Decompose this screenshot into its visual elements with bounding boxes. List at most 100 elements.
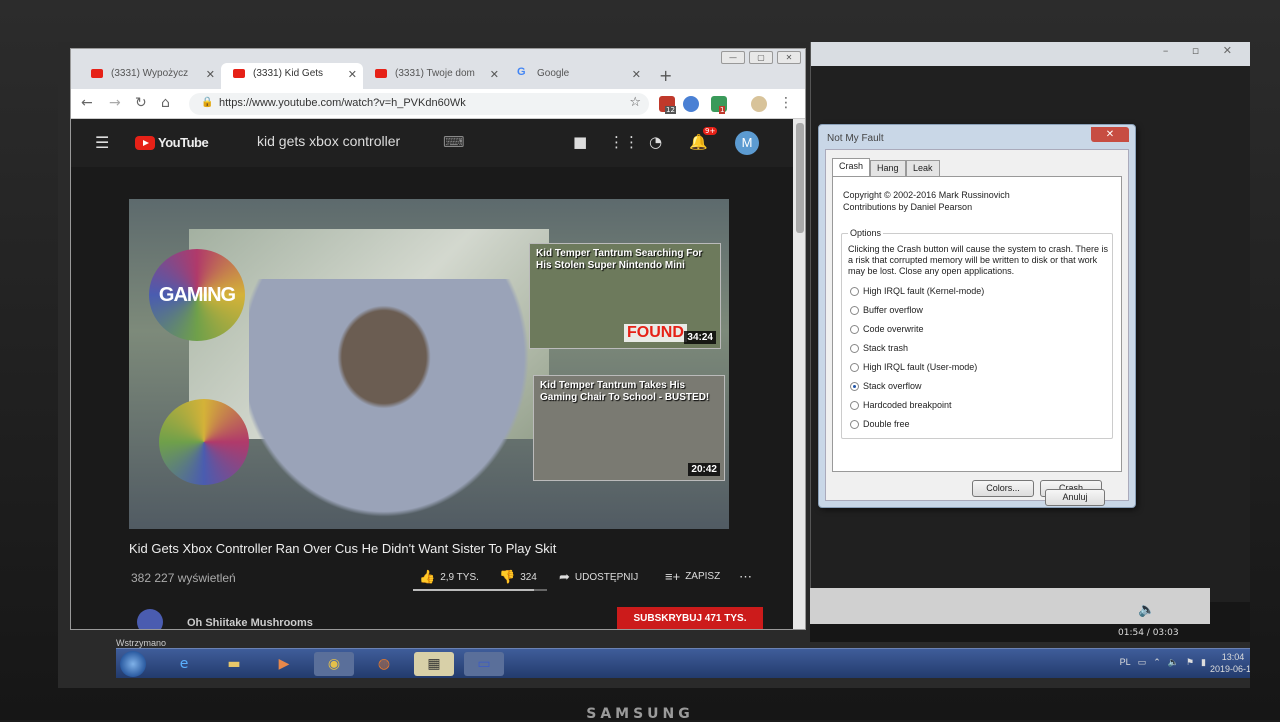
volume-icon[interactable]: 🔈	[1138, 602, 1155, 618]
crash-option-radio[interactable]: Buffer overflow	[850, 305, 923, 315]
like-button[interactable]: 👍 2,9 TYS.	[419, 569, 479, 585]
cancel-button[interactable]: Anuluj	[1045, 489, 1105, 506]
tab-google[interactable]: G Google ✕	[505, 63, 647, 89]
profile-icon[interactable]	[751, 96, 767, 112]
share-button[interactable]: ➦ UDOSTĘPNIJ	[559, 569, 638, 585]
language-indicator[interactable]: PL	[1120, 657, 1131, 668]
tab-wypozycz[interactable]: (3331) Wypożycz ✕	[79, 63, 221, 89]
channel-name[interactable]: Oh Shiitake Mushrooms	[187, 617, 313, 629]
background-window-controls[interactable]: – ▫ ✕	[1163, 44, 1242, 57]
crash-option-radio[interactable]: Stack overflow	[850, 381, 922, 391]
new-tab-button[interactable]: +	[659, 66, 672, 85]
messages-icon[interactable]: ◔	[649, 133, 662, 151]
crash-option-radio[interactable]: High IRQL fault (User-mode)	[850, 362, 977, 372]
crash-panel: Copyright © 2002-2016 Mark Russinovich C…	[832, 176, 1122, 472]
more-icon: ⋯	[739, 569, 752, 584]
internet-explorer-icon[interactable]: e	[164, 652, 204, 676]
tab-kid-gets[interactable]: (3331) Kid Gets ✕	[221, 63, 363, 89]
apps-grid-icon[interactable]: ⋮⋮	[609, 133, 639, 151]
channel-avatar[interactable]	[137, 609, 163, 629]
firefox-icon[interactable]: ◍	[364, 652, 404, 676]
video-camera-icon[interactable]: ■	[573, 133, 587, 151]
copyright-text: Copyright © 2002-2016 Mark Russinovich	[843, 190, 1010, 200]
media-player-icon[interactable]: ▶	[264, 652, 304, 676]
youtube-icon	[233, 69, 245, 78]
colors-button[interactable]: Colors...	[972, 480, 1034, 497]
endcard-title: Kid Temper Tantrum Searching For His Sto…	[536, 248, 703, 271]
dislike-button[interactable]: 👎 324	[499, 569, 537, 585]
endcard-video-1[interactable]: Kid Temper Tantrum Searching For His Sto…	[529, 243, 721, 349]
tab-label: Google	[537, 68, 570, 79]
crash-option-radio[interactable]: High IRQL fault (Kernel-mode)	[850, 286, 984, 296]
bookmark-star-icon[interactable]: ☆	[629, 95, 641, 110]
flag-icon[interactable]: ⚑	[1186, 657, 1194, 668]
address-bar[interactable]: 🔒 https://www.youtube.com/watch?v=h_PVKd…	[189, 93, 649, 115]
video-frame-person	[249, 279, 549, 529]
tab-leak[interactable]: Leak	[906, 160, 940, 177]
tab-crash[interactable]: Crash	[832, 158, 871, 178]
endcard-duration: 20:42	[688, 463, 720, 476]
folder-icon[interactable]: ▬	[214, 652, 254, 676]
home-icon[interactable]: ⌂	[161, 95, 170, 111]
start-button[interactable]	[120, 651, 146, 677]
network-icon[interactable]: ▮	[1201, 657, 1206, 668]
crash-option-label: Stack trash	[863, 343, 909, 353]
crash-option-radio[interactable]: Stack trash	[850, 343, 908, 353]
clock[interactable]: 13:04 2019-06-16	[1210, 651, 1250, 675]
speaker-icon[interactable]: 🔈	[1168, 657, 1179, 668]
close-icon[interactable]: ✕	[632, 68, 641, 81]
chevron-up-icon[interactable]: ⌃	[1153, 657, 1161, 668]
hamburger-menu-icon[interactable]: ☰	[95, 133, 109, 152]
youtube-play-icon	[135, 135, 155, 150]
close-icon[interactable]: ✕	[777, 51, 801, 64]
google-icon: G	[517, 66, 526, 78]
forward-icon[interactable]: →	[109, 95, 121, 111]
notmyfault-taskbar-icon[interactable]: ▭	[464, 652, 504, 676]
menu-icon[interactable]: ⋮	[779, 95, 793, 111]
notification-badge: 9+	[703, 127, 718, 135]
youtube-icon	[375, 69, 387, 78]
close-icon[interactable]: ✕	[490, 68, 499, 81]
background-window-titlebar: – ▫ ✕	[811, 42, 1250, 66]
save-button[interactable]: ≡+ ZAPISZ	[665, 569, 720, 584]
tab-label: (3331) Wypożycz	[111, 68, 189, 79]
extension-icon[interactable]	[683, 96, 699, 112]
bell-icon[interactable]: 🔔	[689, 133, 708, 151]
chrome-icon[interactable]: ◉	[314, 652, 354, 676]
youtube-page: ☰ YouTube kid gets xbox controller ⌨ ■ ⋮…	[71, 119, 793, 629]
subscribe-button[interactable]: SUBSKRYBUJ 471 TYS.	[617, 607, 763, 629]
dislike-count: 324	[520, 571, 537, 583]
close-icon[interactable]: ✕	[206, 68, 215, 81]
lock-icon: 🔒	[201, 97, 214, 108]
tab-hang[interactable]: Hang	[870, 160, 906, 177]
gaming-badge-logo-2	[159, 399, 249, 485]
keyboard-tray-icon[interactable]: ▭	[1138, 657, 1147, 668]
browser-toolbar: ← → ↻ ⌂ 🔒 https://www.youtube.com/watch?…	[71, 89, 805, 119]
scrollbar-thumb[interactable]	[796, 123, 804, 233]
save-label: ZAPISZ	[685, 571, 721, 582]
minimize-icon[interactable]: —	[721, 51, 745, 64]
clock-time: 13:04	[1221, 652, 1245, 662]
radio-dot-icon	[850, 400, 859, 410]
page-scrollbar[interactable]	[793, 119, 805, 629]
crash-option-radio[interactable]: Double free	[850, 419, 910, 429]
crash-option-label: Double free	[863, 419, 910, 429]
close-icon[interactable]: ✕	[1091, 127, 1129, 142]
radio-dot-icon	[850, 362, 859, 372]
avatar[interactable]: M	[735, 131, 759, 155]
crash-option-radio[interactable]: Hardcoded breakpoint	[850, 400, 952, 410]
more-actions-button[interactable]: ⋯	[739, 569, 752, 585]
video-player[interactable]: GAMING Kid Temper Tantrum Searching For …	[129, 199, 729, 529]
close-icon[interactable]: ✕	[348, 68, 357, 81]
status-text: Wstrzymano	[116, 638, 167, 648]
youtube-logo[interactable]: YouTube	[135, 135, 209, 150]
back-icon[interactable]: ←	[81, 95, 93, 111]
endcard-video-2[interactable]: Kid Temper Tantrum Takes His Gaming Chai…	[533, 375, 725, 481]
keyboard-icon[interactable]: ⌨	[443, 133, 465, 151]
reload-icon[interactable]: ↻	[135, 95, 147, 111]
radio-dot-icon	[850, 419, 859, 429]
crash-option-radio[interactable]: Code overwrite	[850, 324, 924, 334]
tab-twoje-dom[interactable]: (3331) Twoje dom ✕	[363, 63, 505, 89]
calendar-app-icon[interactable]: ▦	[414, 652, 454, 676]
maximize-icon[interactable]: ▢	[749, 51, 773, 64]
